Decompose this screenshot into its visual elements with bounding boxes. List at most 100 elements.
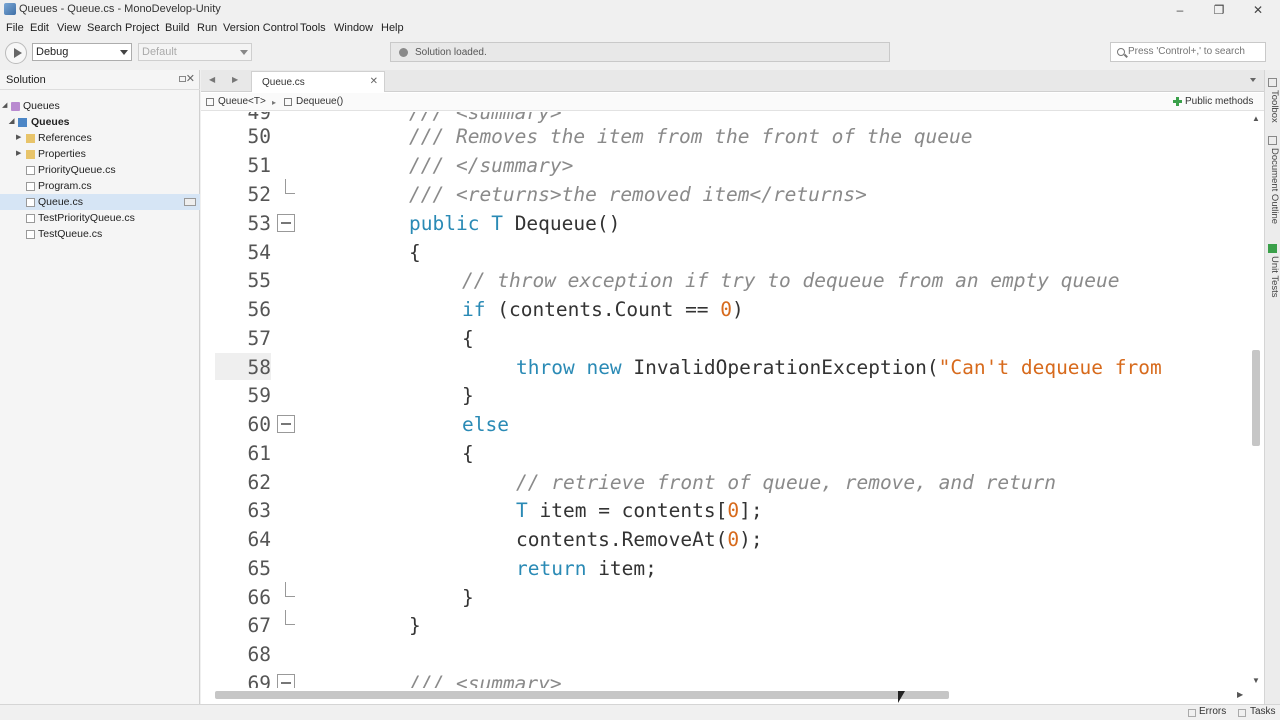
code-line: 67 } bbox=[215, 610, 1250, 639]
tree-item-file[interactable]: Program.cs bbox=[0, 178, 200, 194]
menu-project[interactable]: Project bbox=[125, 22, 159, 34]
code-line: 56 if (contents.Count == 0) bbox=[215, 294, 1250, 323]
code-text: /// </summary> bbox=[409, 154, 574, 177]
run-button[interactable] bbox=[5, 42, 27, 64]
code-text: return item; bbox=[516, 557, 657, 580]
breadcrumb-member[interactable]: Dequeue() bbox=[296, 96, 343, 107]
scroll-right-icon[interactable]: ▶ bbox=[1237, 690, 1243, 699]
code-line: 60 else bbox=[215, 409, 1250, 438]
tree-item-file-selected[interactable]: Queue.cs bbox=[0, 194, 200, 210]
fold-collapse-icon[interactable] bbox=[277, 674, 295, 688]
unit-tests-pad-tab[interactable]: Unit Tests bbox=[1266, 256, 1280, 298]
menu-build[interactable]: Build bbox=[165, 22, 189, 34]
horizontal-scroll-thumb[interactable] bbox=[215, 691, 949, 699]
line-number: 57 bbox=[247, 327, 271, 350]
close-pad-icon[interactable]: ✕ bbox=[186, 72, 195, 85]
tree-item-references[interactable]: ▶ References bbox=[0, 130, 200, 146]
tree-item-file[interactable]: PriorityQueue.cs bbox=[0, 162, 200, 178]
project-icon bbox=[18, 118, 27, 127]
breadcrumb: Queue<T> ▸ Dequeue() Public methods bbox=[201, 93, 1264, 111]
menu-version-control[interactable]: Version Control bbox=[223, 22, 298, 34]
code-text: else bbox=[462, 413, 509, 436]
tab-back-icon[interactable]: ◀ bbox=[209, 75, 215, 84]
tree-item-solution[interactable]: ◢ Queues bbox=[0, 98, 200, 114]
line-number: 63 bbox=[247, 499, 271, 522]
tree-item-label: TestQueue.cs bbox=[38, 228, 103, 240]
tree-item-label: Queues bbox=[23, 100, 60, 112]
tab-forward-icon[interactable]: ▶ bbox=[232, 75, 238, 84]
code-line: 52 /// <returns>the removed item</return… bbox=[215, 179, 1250, 208]
search-input[interactable] bbox=[1128, 46, 1264, 57]
line-number: 51 bbox=[247, 154, 271, 177]
errors-pad-button[interactable]: Errors bbox=[1199, 706, 1226, 717]
tree-item-file[interactable]: TestPriorityQueue.cs bbox=[0, 210, 200, 226]
code-text: } bbox=[462, 586, 474, 609]
code-line: 50 /// Removes the item from the front o… bbox=[215, 121, 1250, 150]
menu-tools[interactable]: Tools bbox=[300, 22, 326, 34]
global-search-box[interactable] bbox=[1110, 42, 1266, 62]
restore-icon[interactable]: ❐ bbox=[1204, 1, 1234, 19]
csharp-file-icon bbox=[26, 166, 35, 175]
vertical-scroll-thumb[interactable] bbox=[1252, 350, 1260, 446]
collapsed-arrow-icon[interactable]: ▶ bbox=[16, 146, 21, 162]
expanded-arrow-icon[interactable]: ◢ bbox=[2, 98, 7, 114]
fold-collapse-icon[interactable] bbox=[277, 415, 295, 433]
tab-queue-cs[interactable]: Queue.cs ✕ bbox=[251, 71, 385, 92]
scroll-down-icon[interactable]: ▼ bbox=[1252, 676, 1260, 685]
toolbox-pad-tab[interactable]: Toolbox bbox=[1266, 90, 1280, 123]
tree-item-label: Properties bbox=[38, 148, 86, 160]
code-line: 69 /// <summary> bbox=[215, 668, 1250, 688]
menu-search[interactable]: Search bbox=[87, 22, 122, 34]
fold-collapse-icon[interactable] bbox=[277, 214, 295, 232]
document-outline-icon bbox=[1268, 136, 1277, 145]
tree-item-file[interactable]: TestQueue.cs bbox=[0, 226, 200, 242]
line-number: 54 bbox=[247, 241, 271, 264]
menu-edit[interactable]: Edit bbox=[30, 22, 49, 34]
menu-window[interactable]: Window bbox=[334, 22, 373, 34]
options-icon[interactable] bbox=[184, 198, 196, 206]
code-line-current: 58 throw new InvalidOperationException("… bbox=[215, 352, 1250, 381]
status-info-icon bbox=[399, 48, 408, 57]
code-text: } bbox=[409, 614, 421, 637]
run-target-select[interactable]: Default bbox=[138, 43, 252, 61]
minimize-icon[interactable]: – bbox=[1165, 1, 1195, 19]
document-outline-pad-tab[interactable]: Document Outline bbox=[1266, 148, 1280, 224]
code-line: 51 /// </summary> bbox=[215, 150, 1250, 179]
method-icon bbox=[284, 98, 292, 106]
menu-help[interactable]: Help bbox=[381, 22, 404, 34]
line-number: 69 bbox=[247, 672, 271, 688]
tree-item-properties[interactable]: ▶ Properties bbox=[0, 146, 200, 162]
tree-item-project[interactable]: ◢ Queues bbox=[0, 114, 200, 130]
run-target-value: Default bbox=[142, 46, 177, 58]
configuration-select[interactable]: Debug bbox=[32, 43, 132, 61]
collapsed-arrow-icon[interactable]: ▶ bbox=[16, 130, 21, 146]
tab-list-dropdown-icon[interactable] bbox=[1250, 78, 1256, 82]
menu-file[interactable]: File bbox=[6, 22, 24, 34]
public-methods-filter[interactable]: Public methods bbox=[1185, 96, 1253, 107]
menu-run[interactable]: Run bbox=[197, 22, 217, 34]
line-number: 65 bbox=[247, 557, 271, 580]
line-number: 55 bbox=[247, 269, 271, 292]
code-editor[interactable]: 49 /// <summary> 50 /// Removes the item… bbox=[215, 112, 1250, 688]
code-text: T item = contents[0]; bbox=[516, 499, 763, 522]
close-window-icon[interactable]: ✕ bbox=[1243, 1, 1273, 19]
tasks-pad-button[interactable]: Tasks bbox=[1250, 706, 1276, 717]
public-methods-icon bbox=[1173, 97, 1182, 106]
code-text: throw new InvalidOperationException("Can… bbox=[516, 356, 1162, 379]
vertical-scrollbar[interactable]: ▲ ▼ bbox=[1250, 112, 1262, 688]
close-tab-icon[interactable]: ✕ bbox=[370, 76, 378, 87]
line-number: 52 bbox=[247, 183, 271, 206]
code-line: 54 { bbox=[215, 237, 1250, 266]
tree-item-label: Queues bbox=[31, 116, 70, 128]
scroll-up-icon[interactable]: ▲ bbox=[1252, 114, 1260, 123]
toolbox-icon bbox=[1268, 78, 1277, 87]
horizontal-scrollbar[interactable]: ▶ bbox=[215, 688, 1250, 702]
code-line: 59 } bbox=[215, 380, 1250, 409]
code-text: // throw exception if try to dequeue fro… bbox=[462, 269, 1120, 292]
line-number: 56 bbox=[247, 298, 271, 321]
line-number: 53 bbox=[247, 212, 271, 235]
breadcrumb-class[interactable]: Queue<T> bbox=[218, 96, 266, 107]
expanded-arrow-icon[interactable]: ◢ bbox=[9, 114, 14, 130]
menu-view[interactable]: View bbox=[57, 22, 81, 34]
csharp-file-icon bbox=[26, 198, 35, 207]
